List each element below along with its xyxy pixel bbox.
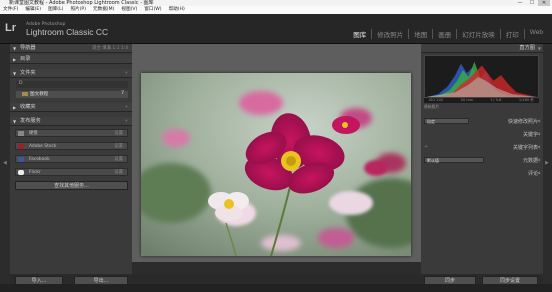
keywording-title[interactable]: 关键字 <box>523 131 538 138</box>
volume-label: D <box>19 81 23 86</box>
catalog-title: 目录 <box>20 56 31 62</box>
main-photo <box>141 73 411 256</box>
collapse-arrow-icon: ▼ <box>537 46 541 51</box>
exif-iso: ISO 100 <box>429 98 444 102</box>
publish-setup[interactable]: 设置 <box>114 156 123 163</box>
add-icon[interactable]: + <box>124 103 128 112</box>
publish-title: 发布服务 <box>20 118 41 124</box>
expand-arrow-icon[interactable]: ◀ <box>537 131 540 136</box>
navigator-header[interactable]: ▼ 导航器 适合 填满 1:1 1:4 <box>10 44 132 53</box>
module-picker: 图库 修改照片 地图 画册 幻灯片放映 打印 Web <box>348 29 548 39</box>
menu-view[interactable]: 视图(V) <box>121 6 137 14</box>
expand-arrow-icon[interactable]: ◀ <box>537 170 540 175</box>
publish-setup[interactable]: 设置 <box>114 169 123 176</box>
quick-develop-title[interactable]: 快速修改照片 <box>508 118 538 125</box>
exif-focal: 50 mm <box>460 98 474 102</box>
add-icon[interactable]: + <box>124 117 128 126</box>
module-slideshow[interactable]: 幻灯片放映 <box>456 29 500 39</box>
find-more-services-button[interactable]: 查找其他服务... <box>15 181 128 190</box>
metadata-title[interactable]: 元数据 <box>523 157 538 164</box>
brand-line2: Lightroom Classic CC <box>26 27 109 37</box>
publish-header[interactable]: ▼ 发布服务 + <box>10 117 132 126</box>
expand-arrow-icon: ▼ <box>13 71 17 76</box>
menu-photo[interactable]: 照片(P) <box>70 6 86 14</box>
harddrive-icon <box>18 131 24 136</box>
histogram-graph <box>424 55 539 98</box>
filmstrip <box>0 284 552 292</box>
folder-volume[interactable]: D <box>16 81 128 88</box>
menu-bar: 文件(F) 编辑(E) 图库(L) 照片(P) 元数据(M) 视图(V) 窗口(… <box>0 6 552 14</box>
menu-file[interactable]: 文件(F) <box>3 6 18 14</box>
metadata-preset-select[interactable]: 默认值 <box>424 157 484 163</box>
keyword-list-title[interactable]: 关键字列表 <box>513 144 538 151</box>
histogram-title: 直方图 <box>519 45 535 51</box>
expand-arrow-icon: ▼ <box>13 119 17 124</box>
lightroom-logo: Lr <box>5 22 16 34</box>
left-panel-edge[interactable] <box>0 44 10 292</box>
module-web[interactable]: Web <box>523 29 548 39</box>
right-panel-edge[interactable] <box>543 44 552 292</box>
navigator-zoom-options[interactable]: 适合 填满 1:1 1:4 <box>92 44 128 53</box>
module-develop[interactable]: 修改照片 <box>371 29 408 39</box>
module-map[interactable]: 地图 <box>408 29 432 39</box>
add-icon[interactable]: + <box>124 69 128 78</box>
menu-library[interactable]: 图库(L) <box>48 6 63 14</box>
publish-label: 硬盘 <box>29 131 38 136</box>
saved-preset-select[interactable]: 自定 <box>424 118 469 124</box>
menu-window[interactable]: 窗口(W) <box>144 6 161 14</box>
publish-setup[interactable]: 设置 <box>114 143 123 150</box>
menu-metadata[interactable]: 元数据(M) <box>93 6 114 14</box>
folder-item[interactable]: 图文教程 7 <box>16 91 128 98</box>
exif-aperture: f / 5.6 <box>490 98 502 102</box>
adobe-stock-icon <box>18 144 24 149</box>
expand-arrow-icon[interactable]: ◀ <box>537 157 540 162</box>
add-icon[interactable]: + <box>424 144 428 150</box>
flickr-icon <box>18 170 24 175</box>
publish-setup[interactable]: 设置 <box>114 130 123 137</box>
folder-icon <box>22 92 28 96</box>
publish-item-flickr[interactable]: Flickr 设置 <box>15 168 128 176</box>
collections-header[interactable]: ▶ 收藏夹 + <box>10 103 132 112</box>
collections-title: 收藏夹 <box>20 104 36 110</box>
exif-info: ISO 100 50 mm f / 5.6 1/160 秒 <box>424 98 539 103</box>
publish-item-harddrive[interactable]: 硬盘 设置 <box>15 129 128 137</box>
exif-shutter: 1/160 秒 <box>518 98 534 102</box>
publish-label: Facebook <box>29 157 50 162</box>
collapse-right-icon[interactable]: ▶ <box>545 160 549 166</box>
publish-label: Adobe Stock <box>29 144 57 149</box>
collapse-arrow-icon: ▶ <box>13 57 17 62</box>
original-photo-label: 原始照片 <box>424 104 440 109</box>
collapse-arrow-icon: ▶ <box>13 105 17 110</box>
collapse-left-icon[interactable]: ◀ <box>3 160 7 166</box>
folders-header[interactable]: ▼ 文件夹 + <box>10 69 132 78</box>
publish-item-facebook[interactable]: Facebook 设置 <box>15 155 128 163</box>
module-book[interactable]: 画册 <box>432 29 456 39</box>
histogram-header[interactable]: 直方图 ▼ <box>421 44 543 53</box>
expand-arrow-icon: ▼ <box>13 46 17 51</box>
navigator-title: 导航器 <box>20 45 36 51</box>
module-library[interactable]: 图库 <box>348 29 371 39</box>
folders-title: 文件夹 <box>20 70 36 76</box>
publish-item-adobestock[interactable]: Adobe Stock 设置 <box>15 142 128 150</box>
expand-arrow-icon[interactable]: ◀ <box>537 118 540 123</box>
publish-label: Flickr <box>29 170 41 175</box>
folder-count: 7 <box>121 91 124 96</box>
toolbar <box>132 262 421 274</box>
expand-arrow-icon[interactable]: ◀ <box>537 144 540 149</box>
facebook-icon <box>18 157 24 162</box>
module-print[interactable]: 打印 <box>499 29 524 39</box>
catalog-header[interactable]: ▶ 目录 <box>10 55 132 64</box>
menu-edit[interactable]: 编辑(E) <box>25 6 41 14</box>
folder-label: 图文教程 <box>30 92 49 97</box>
menu-help[interactable]: 帮助(H) <box>169 6 185 14</box>
